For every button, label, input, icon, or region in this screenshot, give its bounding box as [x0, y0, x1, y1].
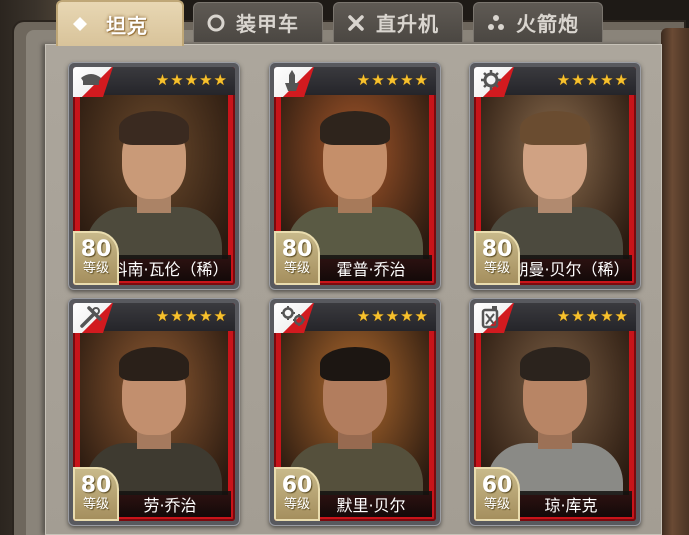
crossed-x-icon — [344, 11, 368, 35]
star-icon: ★ — [571, 307, 585, 325]
triple-dot-icon — [484, 11, 508, 35]
level-badge: 80 等级 — [474, 231, 520, 285]
star-icon: ★ — [213, 71, 227, 89]
star-rating: ★ ★ ★ ★ ★ — [557, 308, 628, 325]
star-icon: ★ — [600, 307, 614, 325]
leather-binding — [661, 28, 689, 535]
star-icon: ★ — [414, 307, 428, 325]
level-value: 80 — [481, 237, 513, 262]
hero-name-bar: 科南·瓦伦（稀） — [109, 255, 231, 281]
star-icon: ★ — [184, 307, 199, 325]
star-rating: ★ ★ ★ ★ ★ — [557, 72, 628, 89]
hero-name: 劳·乔治 — [143, 496, 197, 515]
hero-card[interactable]: ★ ★ ★ ★ ★ 霍普·乔治 80 等级 — [269, 62, 441, 290]
level-label: 等级 — [82, 261, 109, 276]
level-badge: 60 等级 — [474, 467, 520, 521]
card-frame: ★ ★ ★ ★ ★ 科南·瓦伦（稀） 80 等级 — [73, 67, 235, 285]
star-icon: ★ — [199, 307, 213, 325]
level-label: 等级 — [483, 261, 510, 276]
star-icon: ★ — [170, 71, 184, 89]
star-rating: ★ ★ ★ ★ ★ — [357, 308, 428, 325]
tab-armored-car[interactable]: 装甲车 — [193, 2, 323, 42]
level-value: 80 — [80, 237, 112, 262]
star-icon: ★ — [585, 71, 600, 89]
star-icon: ★ — [385, 71, 400, 89]
card-frame: ★ ★ ★ ★ ★ 默里·贝尔 60 等级 — [274, 303, 436, 521]
hero-name: 霍普·乔治 — [336, 260, 406, 279]
hero-card[interactable]: ★ ★ ★ ★ ★ 劳·乔治 80 等级 — [68, 298, 240, 526]
tab-label: 坦克 — [106, 13, 148, 38]
star-icon: ★ — [400, 307, 414, 325]
level-value: 60 — [481, 473, 513, 498]
hero-name: 默里·贝尔 — [336, 496, 406, 515]
star-icon: ★ — [385, 307, 400, 325]
diamond-icon — [68, 12, 92, 36]
hero-name: 朗曼·贝尔（稀） — [512, 260, 630, 279]
star-icon: ★ — [600, 71, 614, 89]
tab-tank[interactable]: 坦克 — [56, 0, 184, 46]
level-label: 等级 — [283, 497, 310, 512]
card-frame: ★ ★ ★ ★ ★ 琼·库克 60 等级 — [474, 303, 636, 521]
tab-helicopter[interactable]: 直升机 — [333, 2, 463, 42]
star-icon: ★ — [356, 307, 371, 325]
star-rating: ★ ★ ★ ★ ★ — [156, 72, 227, 89]
level-value: 80 — [80, 473, 112, 498]
star-icon: ★ — [571, 71, 585, 89]
star-icon: ★ — [614, 307, 628, 325]
level-badge: 80 等级 — [274, 231, 320, 285]
hero-name-bar: 默里·贝尔 — [310, 491, 432, 517]
star-icon: ★ — [371, 307, 385, 325]
hero-name-bar: 霍普·乔治 — [310, 255, 432, 281]
star-icon: ★ — [170, 307, 184, 325]
star-icon: ★ — [184, 71, 199, 89]
hero-name-bar: 朗曼·贝尔（稀） — [510, 255, 632, 281]
hero-card[interactable]: ★ ★ ★ ★ ★ 琼·库克 60 等级 — [469, 298, 641, 526]
card-frame: ★ ★ ★ ★ ★ 霍普·乔治 80 等级 — [274, 67, 436, 285]
star-icon: ★ — [614, 71, 628, 89]
level-label: 等级 — [283, 261, 310, 276]
circle-icon — [204, 11, 228, 35]
card-frame: ★ ★ ★ ★ ★ 朗曼·贝尔（稀） 80 等级 — [474, 67, 636, 285]
card-frame: ★ ★ ★ ★ ★ 劳·乔治 80 等级 — [73, 303, 235, 521]
tab-rocket-artillery[interactable]: 火箭炮 — [473, 2, 603, 42]
hero-card[interactable]: ★ ★ ★ ★ ★ 科南·瓦伦（稀） 80 等级 — [68, 62, 240, 290]
level-value: 60 — [281, 473, 313, 498]
star-rating: ★ ★ ★ ★ ★ — [156, 308, 227, 325]
star-rating: ★ ★ ★ ★ ★ — [357, 72, 428, 89]
hero-name-bar: 劳·乔治 — [109, 491, 231, 517]
star-icon: ★ — [356, 71, 371, 89]
level-badge: 60 等级 — [274, 467, 320, 521]
star-icon: ★ — [155, 307, 170, 325]
star-icon: ★ — [213, 307, 227, 325]
star-icon: ★ — [556, 307, 571, 325]
hero-card[interactable]: ★ ★ ★ ★ ★ 默里·贝尔 60 等级 — [269, 298, 441, 526]
star-icon: ★ — [585, 307, 600, 325]
star-icon: ★ — [556, 71, 571, 89]
level-badge: 80 等级 — [73, 231, 119, 285]
star-icon: ★ — [155, 71, 170, 89]
star-icon: ★ — [371, 71, 385, 89]
tab-label: 火箭炮 — [516, 12, 579, 36]
level-label: 等级 — [483, 497, 510, 512]
hero-card[interactable]: ★ ★ ★ ★ ★ 朗曼·贝尔（稀） 80 等级 — [469, 62, 641, 290]
tab-label: 装甲车 — [236, 12, 299, 36]
level-badge: 80 等级 — [73, 467, 119, 521]
hero-name: 科南·瓦伦（稀） — [111, 260, 229, 279]
level-label: 等级 — [82, 497, 109, 512]
hero-name: 琼·库克 — [544, 496, 598, 515]
star-icon: ★ — [414, 71, 428, 89]
star-icon: ★ — [199, 71, 213, 89]
level-value: 80 — [281, 237, 313, 262]
star-icon: ★ — [400, 71, 414, 89]
hero-name-bar: 琼·库克 — [510, 491, 632, 517]
tab-label: 直升机 — [376, 12, 439, 36]
